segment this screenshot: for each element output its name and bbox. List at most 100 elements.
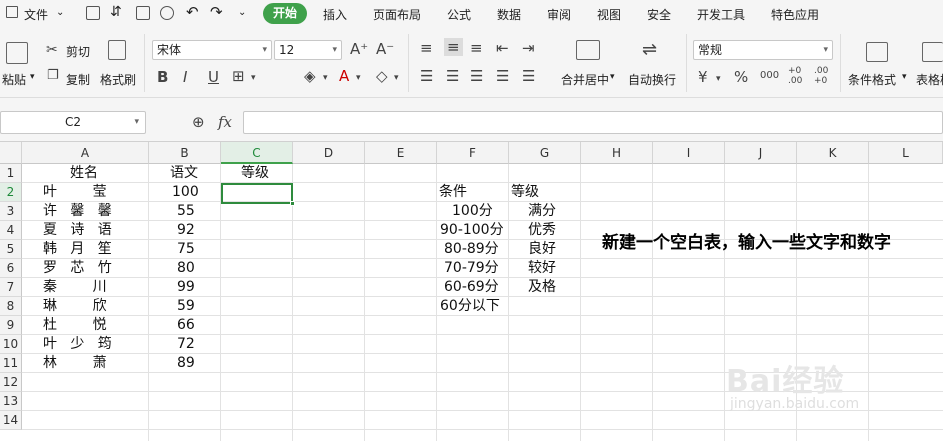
row-header-8[interactable]: 8 bbox=[0, 297, 22, 316]
select-all-corner[interactable] bbox=[0, 142, 22, 164]
cell-g7[interactable]: 及格 bbox=[528, 278, 556, 297]
cell-a2[interactable]: 叶 莹 bbox=[43, 183, 107, 202]
cell-a7[interactable]: 秦 川 bbox=[43, 278, 107, 297]
copy-button[interactable]: 复制 bbox=[66, 71, 90, 88]
cell-a8[interactable]: 琳 欣 bbox=[43, 297, 107, 316]
fill-color-icon[interactable]: ◈ bbox=[304, 68, 316, 84]
increase-indent-icon[interactable]: ⇥ bbox=[522, 40, 535, 56]
tab-home[interactable]: 开始 bbox=[263, 3, 307, 24]
format-painter-button[interactable]: 格式刷 bbox=[100, 71, 136, 88]
cell-b10[interactable]: 72 bbox=[177, 335, 195, 354]
fx-icon[interactable]: fx bbox=[218, 114, 232, 130]
row-header-13[interactable]: 13 bbox=[0, 392, 22, 411]
row-header-3[interactable]: 3 bbox=[0, 202, 22, 221]
column-header-i[interactable]: I bbox=[653, 142, 725, 164]
align-bottom-icon[interactable]: ≡ bbox=[470, 40, 483, 56]
quick-access-dropdown-icon[interactable]: ⌄ bbox=[238, 7, 246, 18]
cell-f3[interactable]: 100分 bbox=[452, 202, 493, 221]
undo-icon[interactable]: ↶ bbox=[186, 3, 199, 21]
cell-f7[interactable]: 60-69分 bbox=[444, 278, 499, 297]
paste-button[interactable]: 粘贴 bbox=[2, 71, 26, 88]
merge-center-button[interactable]: 合并居中 bbox=[561, 71, 609, 88]
table-style-button[interactable]: 表格样 bbox=[916, 71, 943, 88]
name-box[interactable]: C2 ▾ bbox=[0, 111, 146, 134]
cell-b7[interactable]: 99 bbox=[177, 278, 195, 297]
save-icon[interactable] bbox=[86, 6, 100, 20]
tab-view[interactable]: 视图 bbox=[597, 6, 621, 23]
number-format-select[interactable]: 常规 ▾ bbox=[693, 40, 833, 60]
font-size-select[interactable]: 12 ▾ bbox=[274, 40, 342, 60]
column-header-g[interactable]: G bbox=[509, 142, 581, 164]
selected-cell-c2[interactable] bbox=[221, 183, 295, 206]
cell-f2[interactable]: 条件 bbox=[439, 183, 467, 202]
cell-g3[interactable]: 满分 bbox=[528, 202, 556, 221]
font-color-icon[interactable]: A bbox=[339, 68, 349, 84]
decrease-indent-icon[interactable]: ⇤ bbox=[496, 40, 509, 56]
column-header-j[interactable]: J bbox=[725, 142, 797, 164]
tab-data[interactable]: 数据 bbox=[497, 6, 521, 23]
formula-input[interactable] bbox=[243, 111, 943, 134]
column-header-b[interactable]: B bbox=[149, 142, 221, 164]
table-style-icon[interactable] bbox=[922, 42, 943, 62]
cell-g4[interactable]: 优秀 bbox=[528, 221, 556, 240]
column-header-d[interactable]: D bbox=[293, 142, 365, 164]
cell-g5[interactable]: 良好 bbox=[528, 240, 556, 259]
column-header-e[interactable]: E bbox=[365, 142, 437, 164]
cell-b9[interactable]: 66 bbox=[177, 316, 195, 335]
cell-f8[interactable]: 60分以下 bbox=[440, 297, 500, 316]
align-center-icon[interactable]: ☰ bbox=[446, 68, 459, 84]
increase-decimal-button[interactable]: +0 .00 bbox=[788, 66, 808, 86]
tab-developer[interactable]: 开发工具 bbox=[697, 6, 745, 23]
cell-g6[interactable]: 较好 bbox=[528, 259, 556, 278]
cell-b4[interactable]: 92 bbox=[177, 221, 195, 240]
copy-icon[interactable]: ❐ bbox=[47, 68, 59, 84]
conditional-format-icon[interactable] bbox=[866, 42, 888, 62]
row-header-11[interactable]: 11 bbox=[0, 354, 22, 373]
format-painter-icon[interactable] bbox=[108, 40, 126, 60]
column-header-c[interactable]: C bbox=[221, 142, 293, 164]
cell-c1[interactable]: 等级 bbox=[241, 164, 269, 183]
cell-f5[interactable]: 80-89分 bbox=[444, 240, 499, 259]
cell-b5[interactable]: 75 bbox=[177, 240, 195, 259]
cell-a5[interactable]: 韩 月 笙 bbox=[43, 240, 112, 259]
cell-a4[interactable]: 夏 诗 语 bbox=[43, 221, 112, 240]
increase-font-icon[interactable]: A⁺ bbox=[350, 41, 368, 57]
align-left-icon[interactable]: ☰ bbox=[420, 68, 433, 84]
row-header-9[interactable]: 9 bbox=[0, 316, 22, 335]
align-right-icon[interactable]: ☰ bbox=[470, 68, 483, 84]
row-header-2[interactable]: 2 bbox=[0, 183, 22, 202]
currency-icon[interactable]: ¥ bbox=[698, 69, 708, 85]
align-middle-icon[interactable]: ≡ bbox=[444, 38, 463, 56]
row-header-12[interactable]: 12 bbox=[0, 373, 22, 392]
clear-format-icon[interactable]: ◇ bbox=[376, 68, 388, 84]
cell-a1[interactable]: 姓名 bbox=[70, 164, 98, 183]
zoom-search-icon[interactable]: ⊕ bbox=[192, 114, 205, 130]
distributed-align-icon[interactable]: ☰ bbox=[522, 68, 535, 84]
row-header-10[interactable]: 10 bbox=[0, 335, 22, 354]
cell-a11[interactable]: 林 萧 bbox=[43, 354, 107, 373]
file-menu[interactable]: 文件 bbox=[24, 6, 48, 23]
column-header-l[interactable]: L bbox=[869, 142, 943, 164]
currency-dropdown-icon[interactable]: ▾ bbox=[716, 71, 721, 87]
cell-f4[interactable]: 90-100分 bbox=[440, 221, 504, 240]
column-header-k[interactable]: K bbox=[797, 142, 869, 164]
decrease-decimal-button[interactable]: .00 +0 bbox=[814, 66, 836, 86]
row-header-4[interactable]: 4 bbox=[0, 221, 22, 240]
merge-center-icon[interactable] bbox=[576, 40, 600, 60]
cell-g2[interactable]: 等级 bbox=[511, 183, 539, 202]
cell-f6[interactable]: 70-79分 bbox=[444, 259, 499, 278]
print-icon[interactable] bbox=[136, 6, 150, 20]
percent-button[interactable]: % bbox=[734, 69, 748, 85]
tab-insert[interactable]: 插入 bbox=[323, 6, 347, 23]
cut-button[interactable]: 剪切 bbox=[66, 43, 90, 60]
row-header-1[interactable]: 1 bbox=[0, 164, 22, 183]
bold-button[interactable]: B bbox=[157, 69, 168, 85]
row-header-7[interactable]: 7 bbox=[0, 278, 22, 297]
cell-a3[interactable]: 许 馨 馨 bbox=[43, 202, 112, 221]
merge-dropdown-icon[interactable]: ▾ bbox=[610, 72, 615, 82]
cell-b2[interactable]: 100 bbox=[172, 183, 199, 202]
tab-formulas[interactable]: 公式 bbox=[447, 6, 471, 23]
row-header-5[interactable]: 5 bbox=[0, 240, 22, 259]
tab-security[interactable]: 安全 bbox=[647, 6, 671, 23]
underline-button[interactable]: U bbox=[208, 69, 219, 85]
